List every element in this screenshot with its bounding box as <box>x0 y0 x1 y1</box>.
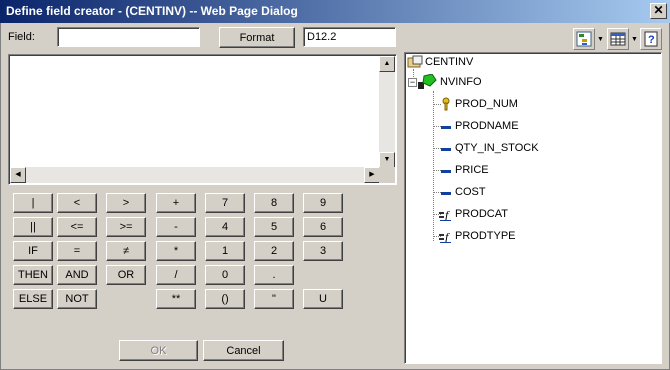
keypad-button[interactable]: + <box>156 193 196 213</box>
tree-field-label: PRODTYPE <box>455 230 516 242</box>
keypad-button[interactable]: 8 <box>254 193 294 213</box>
tree-field-label: COST <box>455 186 486 198</box>
field-tree[interactable]: CENTINV − NVINFO PROD_NUM PRODNAME QTY_IN_… <box>404 52 662 364</box>
field-icon <box>441 126 451 129</box>
tree-view-button[interactable] <box>573 28 595 50</box>
tree-field-node[interactable]: QTY_IN_STOCK <box>439 141 539 155</box>
keypad-button[interactable]: () <box>205 289 245 309</box>
tree-field-label: QTY_IN_STOCK <box>455 142 539 154</box>
cancel-button[interactable]: Cancel <box>203 340 284 361</box>
keypad-button[interactable]: - <box>156 217 196 237</box>
tree-field-node[interactable]: PRODNAME <box>439 119 519 133</box>
keypad-button[interactable]: ≠ <box>106 241 146 261</box>
key-icon <box>442 97 450 111</box>
format-button[interactable]: Format <box>219 27 295 48</box>
vertical-scrollbar[interactable]: ▲ ▼ <box>379 56 395 168</box>
field-icon <box>441 170 451 173</box>
table-view-icon <box>610 32 626 46</box>
keypad-button[interactable]: 7 <box>205 193 245 213</box>
tree-view-dropdown-icon[interactable]: ▼ <box>597 36 604 43</box>
table-view-dropdown-icon[interactable]: ▼ <box>631 36 638 43</box>
keypad-button[interactable]: >= <box>106 217 146 237</box>
tree-field-node[interactable]: f PRODTYPE <box>439 229 516 243</box>
format-input[interactable] <box>303 27 396 47</box>
keypad-button[interactable]: ** <box>156 289 196 309</box>
expression-editor[interactable]: ▲ ▼ ◀ ▶ <box>8 54 397 185</box>
tree-field-label: PROD_NUM <box>455 98 518 110</box>
segment-icon <box>418 74 437 89</box>
horizontal-scrollbar[interactable]: ◀ ▶ <box>10 167 380 183</box>
scroll-up-button[interactable]: ▲ <box>379 56 395 72</box>
tree-root-node[interactable]: CENTINV <box>407 55 473 69</box>
tree-segment-node[interactable]: − NVINFO <box>408 74 482 90</box>
collapse-icon[interactable]: − <box>408 77 417 87</box>
tree-field-node[interactable]: PRICE <box>439 163 489 177</box>
keypad-button[interactable]: ELSE <box>13 289 53 309</box>
help-button[interactable]: ? <box>640 28 662 50</box>
ok-button[interactable]: OK <box>119 340 198 361</box>
field-input[interactable] <box>57 27 200 47</box>
svg-text:f: f <box>445 230 450 243</box>
keypad-button[interactable]: 1 <box>205 241 245 261</box>
scroll-left-button[interactable]: ◀ <box>10 167 26 183</box>
scroll-right-button[interactable]: ▶ <box>364 167 380 183</box>
tree-field-label: PRICE <box>455 164 489 176</box>
keypad-button[interactable]: THEN <box>13 265 53 285</box>
keypad-button[interactable]: = <box>57 241 97 261</box>
close-button[interactable]: ✕ <box>650 3 667 19</box>
keypad-button[interactable]: * <box>156 241 196 261</box>
field-icon <box>441 148 451 151</box>
table-view-button[interactable] <box>607 28 629 50</box>
keypad-button[interactable]: 3 <box>303 241 343 261</box>
keypad-button[interactable]: | <box>13 193 53 213</box>
keypad-button[interactable]: || <box>13 217 53 237</box>
keypad-button[interactable]: / <box>156 265 196 285</box>
keypad-button[interactable]: 0 <box>205 265 245 285</box>
keypad-button[interactable]: IF <box>13 241 53 261</box>
tree-view-icon <box>576 31 592 47</box>
svg-text:f: f <box>445 208 450 221</box>
window-title: Define field creator - (CENTINV) -- Web … <box>6 4 298 18</box>
scrollbar-corner <box>379 167 395 183</box>
tree-field-label: PRODCAT <box>455 208 508 220</box>
title-bar: Define field creator - (CENTINV) -- Web … <box>0 0 670 23</box>
keypad-button[interactable]: <= <box>57 217 97 237</box>
keypad-button[interactable]: OR <box>106 265 146 285</box>
tree-root-label: CENTINV <box>425 56 474 68</box>
keypad-button[interactable]: " <box>254 289 294 309</box>
field-icon <box>441 192 451 195</box>
keypad-button[interactable]: < <box>57 193 97 213</box>
field-label: Field: <box>8 31 35 43</box>
function-field-icon: f <box>439 208 451 221</box>
keypad-button[interactable]: U <box>303 289 343 309</box>
close-icon: ✕ <box>653 3 664 17</box>
tree-segment-label: NVINFO <box>440 76 482 88</box>
keypad-button[interactable]: 4 <box>205 217 245 237</box>
keypad-button[interactable]: 2 <box>254 241 294 261</box>
keypad-button[interactable]: 9 <box>303 193 343 213</box>
tree-field-node[interactable]: PROD_NUM <box>439 97 518 111</box>
tree-field-node[interactable]: f PRODCAT <box>439 207 508 221</box>
tree-field-node[interactable]: COST <box>439 185 486 199</box>
keypad-button[interactable]: 6 <box>303 217 343 237</box>
database-icon <box>407 55 423 68</box>
keypad-button[interactable]: AND <box>57 265 97 285</box>
tree-field-label: PRODNAME <box>455 120 519 132</box>
tree-connector <box>433 91 434 241</box>
svg-text:?: ? <box>648 34 655 46</box>
scroll-down-button[interactable]: ▼ <box>379 152 395 168</box>
keypad-button[interactable]: 5 <box>254 217 294 237</box>
keypad-button[interactable]: > <box>106 193 146 213</box>
function-field-icon: f <box>439 230 451 243</box>
keypad-button[interactable]: . <box>254 265 294 285</box>
help-icon: ? <box>644 31 658 47</box>
keypad-button[interactable]: NOT <box>57 289 97 309</box>
